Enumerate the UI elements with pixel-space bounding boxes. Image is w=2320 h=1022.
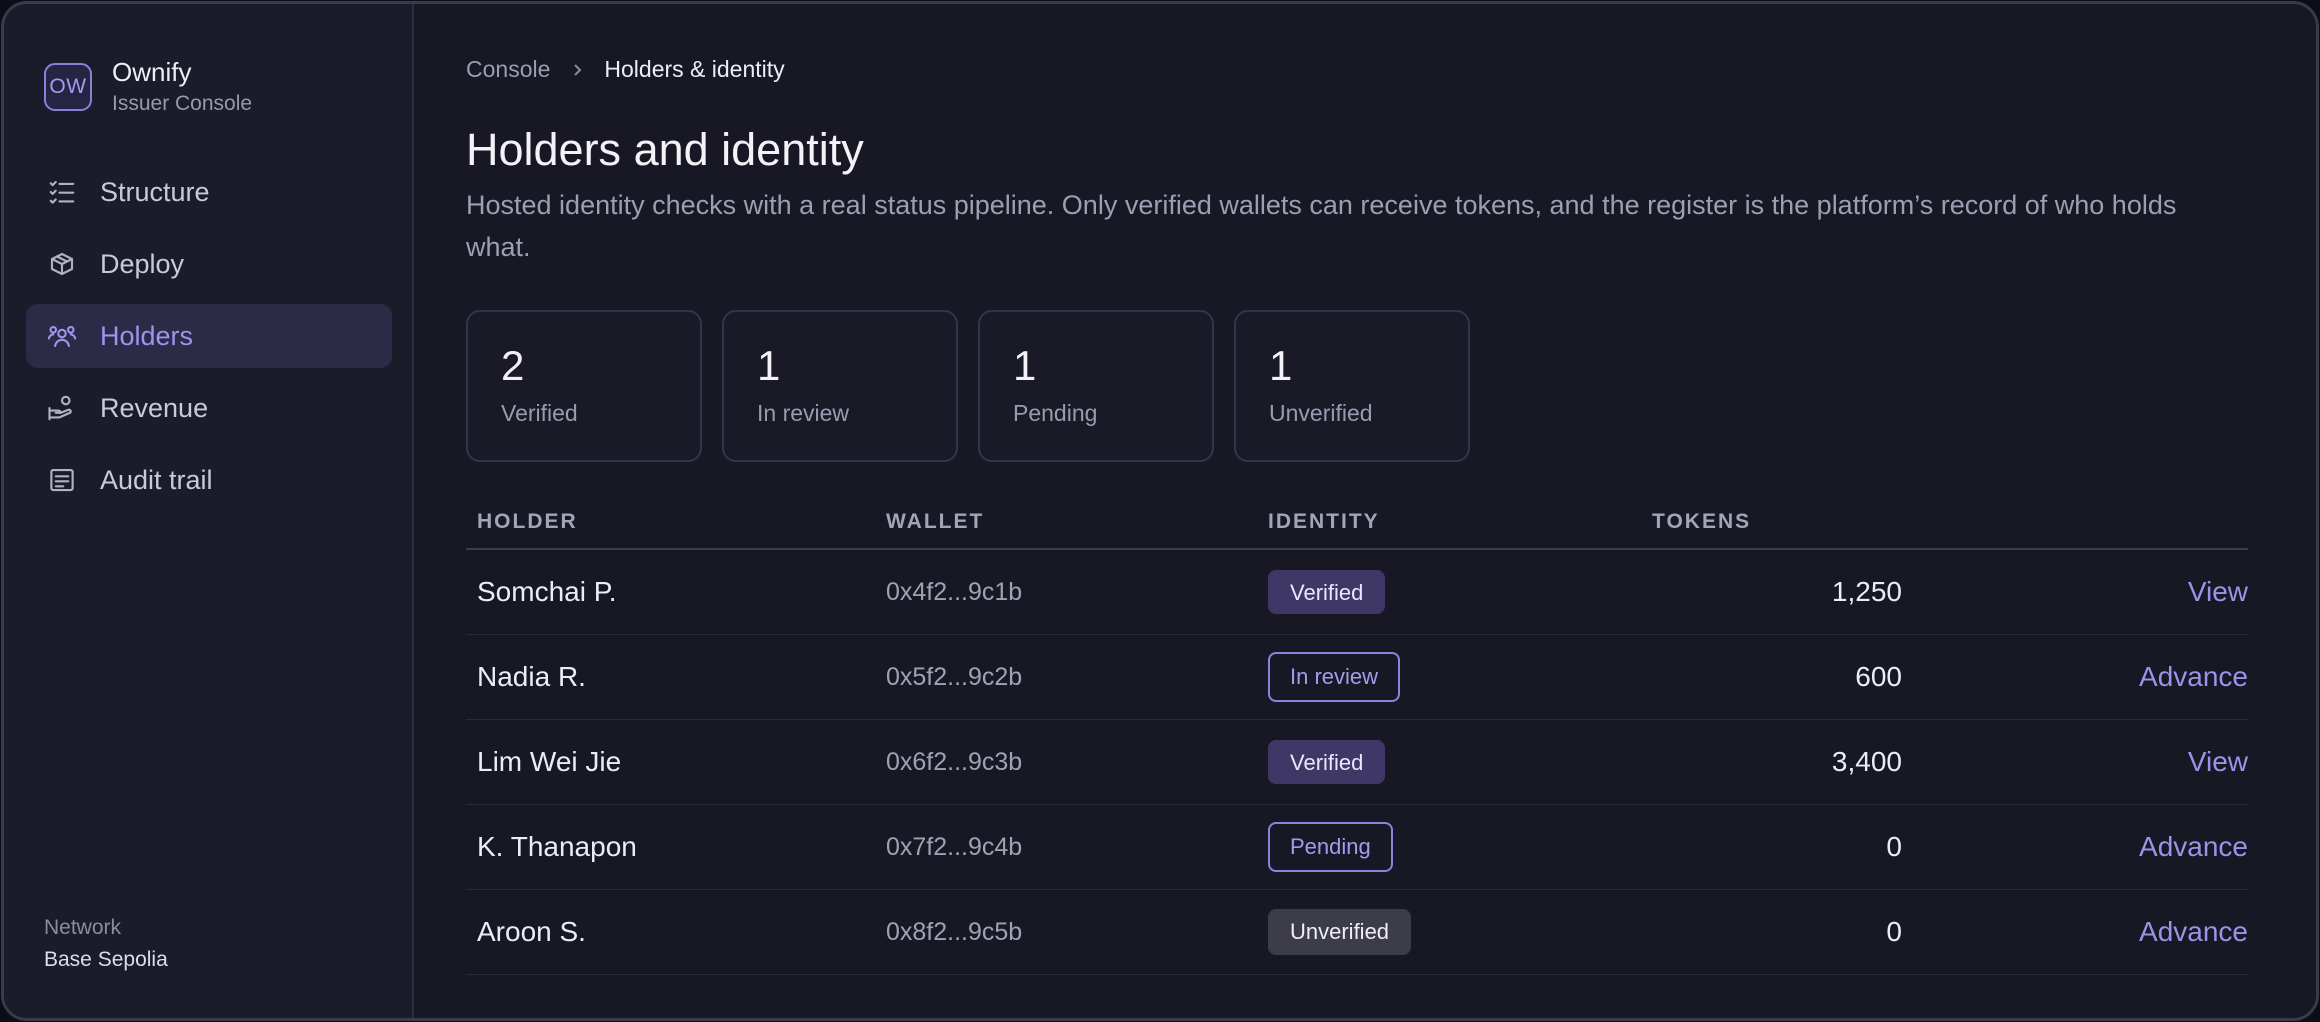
page-description: Hosted identity checks with a real statu…	[466, 190, 2177, 262]
advance-link[interactable]: Advance	[2139, 916, 2248, 947]
stat-value: 1	[757, 342, 781, 389]
table-row: K. Thanapon 0x7f2...9c4b Pending 0 Advan…	[466, 805, 2248, 890]
identity-cell: Verified	[1268, 740, 1652, 784]
sidebar-item-label: Deploy	[100, 248, 185, 279]
status-badge: Pending	[1268, 822, 1393, 872]
status-badge: Verified	[1268, 740, 1386, 784]
action-cell: Advance	[1902, 831, 2248, 863]
main-content: Console Holders & identity Holders and i…	[414, 4, 2316, 1018]
sidebar-nav: Structure Deploy Holders Revenue Audit t…	[26, 160, 392, 520]
holder-name: Aroon S.	[477, 916, 586, 947]
identity-cell: Unverified	[1268, 909, 1652, 955]
holder-name: K. Thanapon	[477, 831, 637, 862]
table-header: HOLDER WALLET IDENTITY TOKENS	[466, 502, 2248, 550]
stat-card-verified: 2 Verified	[466, 310, 702, 462]
table-row: Nadia R. 0x5f2...9c2b In review 600 Adva…	[466, 635, 2248, 720]
stat-label: In review	[757, 400, 850, 426]
token-count: 0	[1886, 916, 1902, 947]
column-header-tokens: TOKENS	[1652, 510, 1752, 533]
token-count: 0	[1886, 831, 1902, 862]
holders-table: HOLDER WALLET IDENTITY TOKENS Somchai P.…	[466, 502, 2248, 975]
column-header-wallet: WALLET	[886, 510, 985, 533]
stat-value: 1	[1013, 342, 1037, 389]
holder-name: Lim Wei Jie	[477, 746, 622, 777]
hand-coins-icon	[46, 392, 78, 424]
table-row: Lim Wei Jie 0x6f2...9c3b Verified 3,400 …	[466, 720, 2248, 805]
status-badge: In review	[1268, 652, 1401, 702]
sidebar-item-label: Structure	[100, 176, 210, 207]
stat-card-unverified: 1 Unverified	[1234, 310, 1470, 462]
wallet-address: 0x4f2...9c1b	[886, 577, 1023, 606]
action-cell: Advance	[1902, 916, 2248, 948]
breadcrumb-console-link[interactable]: Console	[466, 56, 550, 83]
sidebar-item-label: Revenue	[100, 392, 209, 423]
advance-link[interactable]: Advance	[2139, 831, 2248, 862]
holder-name: Nadia R.	[477, 661, 586, 692]
stat-label: Pending	[1013, 400, 1098, 426]
page-title: Holders and identity	[466, 124, 864, 175]
stat-card-pending: 1 Pending	[978, 310, 1214, 462]
view-link[interactable]: View	[2188, 576, 2248, 607]
action-cell: View	[1902, 746, 2248, 778]
wallet-address: 0x7f2...9c4b	[886, 832, 1023, 861]
status-badge: Unverified	[1268, 909, 1412, 955]
brand-subtitle: Issuer Console	[112, 92, 253, 115]
sidebar-item-audit-trail[interactable]: Audit trail	[26, 448, 392, 512]
brand-name: Ownify	[112, 57, 192, 87]
wallet-address: 0x6f2...9c3b	[886, 747, 1023, 776]
identity-cell: Verified	[1268, 570, 1652, 614]
column-header-action	[1902, 502, 2248, 510]
sidebar-item-revenue[interactable]: Revenue	[26, 376, 392, 440]
status-badge: Verified	[1268, 570, 1386, 614]
column-header-identity: IDENTITY	[1268, 510, 1380, 533]
sidebar-item-label: Audit trail	[100, 464, 213, 495]
cube-icon	[46, 248, 78, 280]
brand-text: Ownify Issuer Console	[112, 56, 252, 118]
brand: OW Ownify Issuer Console	[44, 56, 252, 118]
sidebar-item-holders[interactable]: Holders	[26, 304, 392, 368]
wallet-address: 0x8f2...9c5b	[886, 917, 1023, 946]
table-row: Aroon S. 0x8f2...9c5b Unverified 0 Advan…	[466, 890, 2248, 975]
column-header-holder: HOLDER	[477, 510, 578, 533]
chevron-right-icon	[570, 63, 584, 77]
action-cell: View	[1902, 576, 2248, 608]
network-value: Base Sepolia	[44, 948, 168, 971]
stat-value: 1	[1269, 342, 1293, 389]
sidebar: OW Ownify Issuer Console Structure Deplo…	[4, 4, 414, 1018]
list-checks-icon	[46, 176, 78, 208]
stat-value: 2	[501, 342, 525, 389]
app-window: OW Ownify Issuer Console Structure Deplo…	[1, 1, 2319, 1021]
token-count: 3,400	[1831, 746, 1902, 777]
action-cell: Advance	[1902, 661, 2248, 693]
view-link[interactable]: View	[2188, 746, 2248, 777]
holder-name: Somchai P.	[477, 576, 617, 607]
token-count: 1,250	[1831, 576, 1902, 607]
receipt-icon	[46, 464, 78, 496]
token-count: 600	[1855, 661, 1902, 692]
users-icon	[46, 320, 78, 352]
table-row: Somchai P. 0x4f2...9c1b Verified 1,250 V…	[466, 550, 2248, 635]
brand-logo: OW	[44, 63, 92, 111]
advance-link[interactable]: Advance	[2139, 661, 2248, 692]
stat-label: Verified	[501, 400, 578, 426]
sidebar-item-structure[interactable]: Structure	[26, 160, 392, 224]
breadcrumb-current: Holders & identity	[604, 56, 785, 82]
breadcrumb: Console Holders & identity	[466, 56, 785, 83]
sidebar-item-label: Holders	[100, 320, 194, 351]
stat-label: Unverified	[1269, 400, 1373, 426]
wallet-address: 0x5f2...9c2b	[886, 662, 1023, 691]
network-label: Network	[44, 916, 122, 939]
stats-row: 2 Verified 1 In review 1 Pending 1 Unver…	[466, 310, 1490, 462]
stat-card-in-review: 1 In review	[722, 310, 958, 462]
identity-cell: In review	[1268, 652, 1652, 702]
identity-cell: Pending	[1268, 822, 1652, 872]
sidebar-item-deploy[interactable]: Deploy	[26, 232, 392, 296]
network-info: Network Base Sepolia	[44, 916, 168, 972]
